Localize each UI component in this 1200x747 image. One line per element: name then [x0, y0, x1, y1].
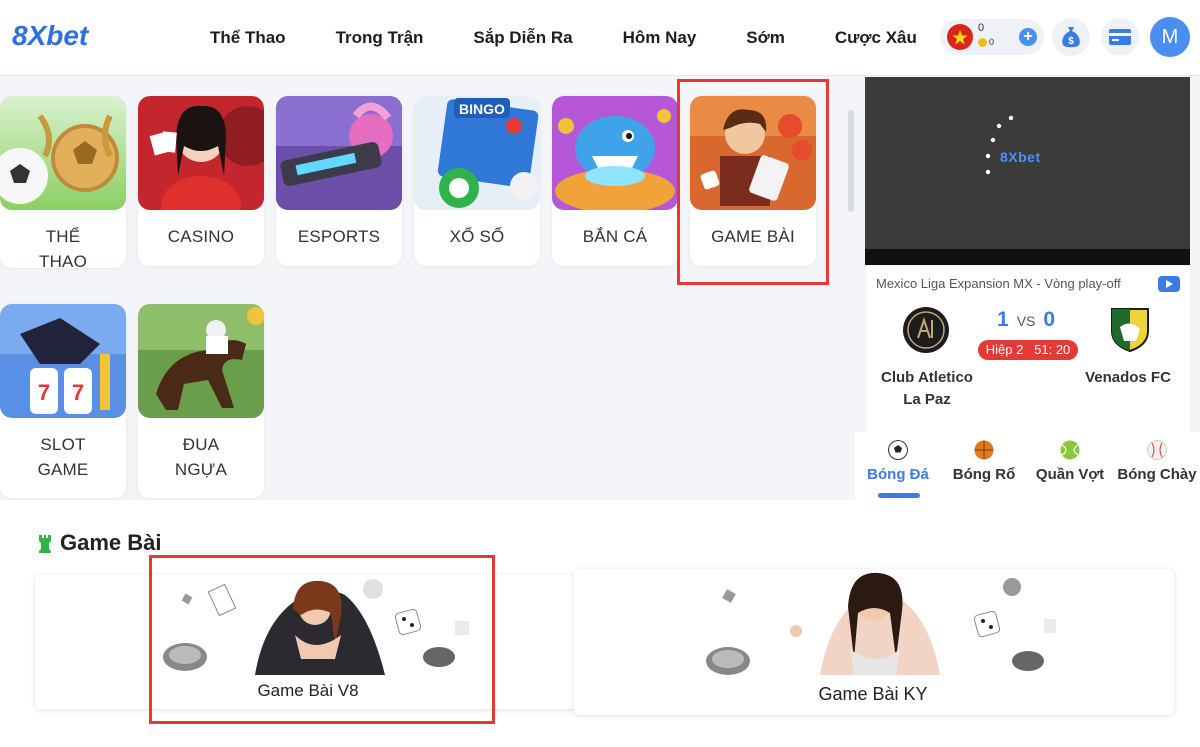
match-period-badge: Hiệp 2 51: 20 — [978, 340, 1078, 360]
game-label-ky: Game Bài KY — [818, 684, 928, 704]
main-nav: Thể Thao Trong Trận Sắp Diễn Ra Hôm Nay … — [185, 0, 967, 76]
balance-main: 0 — [978, 22, 985, 34]
tab-bong-da[interactable]: Bóng Đá — [853, 432, 943, 483]
tab-quan-vot[interactable]: Quần Vợt — [1025, 432, 1115, 483]
nav-cuoc-xau[interactable]: Cược Xâu — [835, 28, 917, 48]
casino-thumbnail — [138, 96, 264, 210]
nav-the-thao[interactable]: Thể Thao — [210, 28, 286, 48]
slot-thumbnail: 7 7 — [0, 304, 126, 418]
sports-thumbnail — [0, 96, 126, 210]
category-label: THỂ THAO — [38, 227, 88, 268]
soccer-ball-icon — [888, 440, 908, 460]
sport-tabs: Bóng Đá Bóng Rổ Quần Vợt Bóng Chày — [855, 432, 1200, 500]
highlight-game-v8 — [149, 555, 495, 724]
league-name: Mexico Liga Expansion MX - Vòng play-off — [876, 276, 1121, 291]
category-label: CASINO — [167, 227, 235, 246]
video-watermark-logo: 8Xbet — [1000, 149, 1041, 165]
category-xo-so[interactable]: BINGO XỔ SỐ — [414, 96, 540, 266]
coin-icon — [978, 37, 987, 47]
category-label: SLOT GAME — [37, 435, 89, 479]
chess-rook-icon — [39, 535, 51, 553]
category-label: ĐUA NGỰA — [174, 435, 228, 479]
svg-text:7: 7 — [72, 380, 84, 405]
category-scrollbar[interactable] — [848, 110, 854, 212]
loading-spinner-icon — [985, 115, 1014, 175]
vs-label: VS — [1016, 313, 1036, 329]
active-tab-indicator — [878, 493, 920, 498]
category-label: XỔ SỐ — [449, 227, 505, 246]
basketball-icon — [974, 440, 994, 460]
nav-sap-dien-ra[interactable]: Sắp Diễn Ra — [473, 28, 572, 48]
tennis-ball-icon — [1060, 440, 1080, 460]
video-control-bar[interactable] — [865, 249, 1190, 265]
deposit-plus-button[interactable]: + — [1019, 28, 1037, 46]
page: 8Xbet Thể Thao Trong Trận Sắp Diễn Ra Hô… — [0, 0, 1200, 747]
category-the-thao[interactable]: THỂ THAO — [0, 96, 126, 268]
home-score: 1 — [997, 308, 1009, 331]
money-bag-icon: $ — [1062, 27, 1080, 48]
horse-racing-thumbnail — [138, 304, 264, 418]
category-slot-game[interactable]: 7 7 SLOT GAME — [0, 304, 126, 498]
vietnam-flag-icon — [947, 24, 973, 50]
home-team-name: Club Atletico La Paz — [881, 369, 973, 408]
fishing-thumbnail — [552, 96, 678, 210]
lottery-thumbnail: BINGO — [414, 96, 540, 210]
scoreboard: 1 VS 0 — [997, 308, 1055, 332]
section-title: Game Bài — [60, 530, 162, 555]
tab-bong-ro[interactable]: Bóng Rổ — [939, 432, 1029, 483]
away-score: 0 — [1043, 308, 1056, 331]
nav-trong-tran[interactable]: Trong Trận — [336, 28, 424, 48]
balance-coin: 0 — [978, 37, 994, 47]
category-label: ESPORTS — [297, 227, 381, 246]
game-ky-banner — [706, 572, 1056, 675]
category-esports[interactable]: ESPORTS — [276, 96, 402, 266]
nav-som[interactable]: Sớm — [746, 28, 785, 48]
highlight-game-bai — [677, 79, 829, 285]
top-header: 8Xbet Thể Thao Trong Trận Sắp Diễn Ra Hô… — [0, 0, 1200, 76]
live-video-player[interactable] — [865, 77, 1190, 265]
nav-hom-nay[interactable]: Hôm Nay — [623, 28, 697, 48]
money-bag-button[interactable]: $ — [1052, 18, 1090, 56]
tab-bong-chay[interactable]: Bóng Chày — [1112, 432, 1200, 483]
home-team-logo-icon — [903, 307, 949, 353]
away-team-name: Venados FC — [1085, 369, 1171, 386]
svg-text:8Xbet: 8Xbet — [12, 20, 90, 51]
credit-card-icon — [1109, 29, 1131, 45]
brand-logo[interactable]: 8Xbet — [12, 18, 122, 52]
esports-thumbnail — [276, 96, 402, 210]
svg-text:BINGO: BINGO — [459, 101, 505, 117]
user-avatar[interactable]: M — [1150, 17, 1190, 57]
svg-text:7: 7 — [38, 380, 50, 405]
category-dua-ngua[interactable]: ĐUA NGỰA — [138, 304, 264, 498]
category-label: BẮN CÁ — [582, 227, 648, 246]
away-team-logo-icon — [1111, 308, 1149, 353]
watch-live-icon[interactable] — [1158, 276, 1180, 292]
card-button[interactable] — [1101, 18, 1139, 56]
category-ban-ca[interactable]: BẮN CÁ — [552, 96, 678, 266]
wallet-balance[interactable]: 0 0 + — [940, 19, 1044, 55]
baseball-icon — [1147, 440, 1167, 460]
category-casino[interactable]: CASINO — [138, 96, 264, 266]
svg-text:$: $ — [1068, 36, 1074, 47]
